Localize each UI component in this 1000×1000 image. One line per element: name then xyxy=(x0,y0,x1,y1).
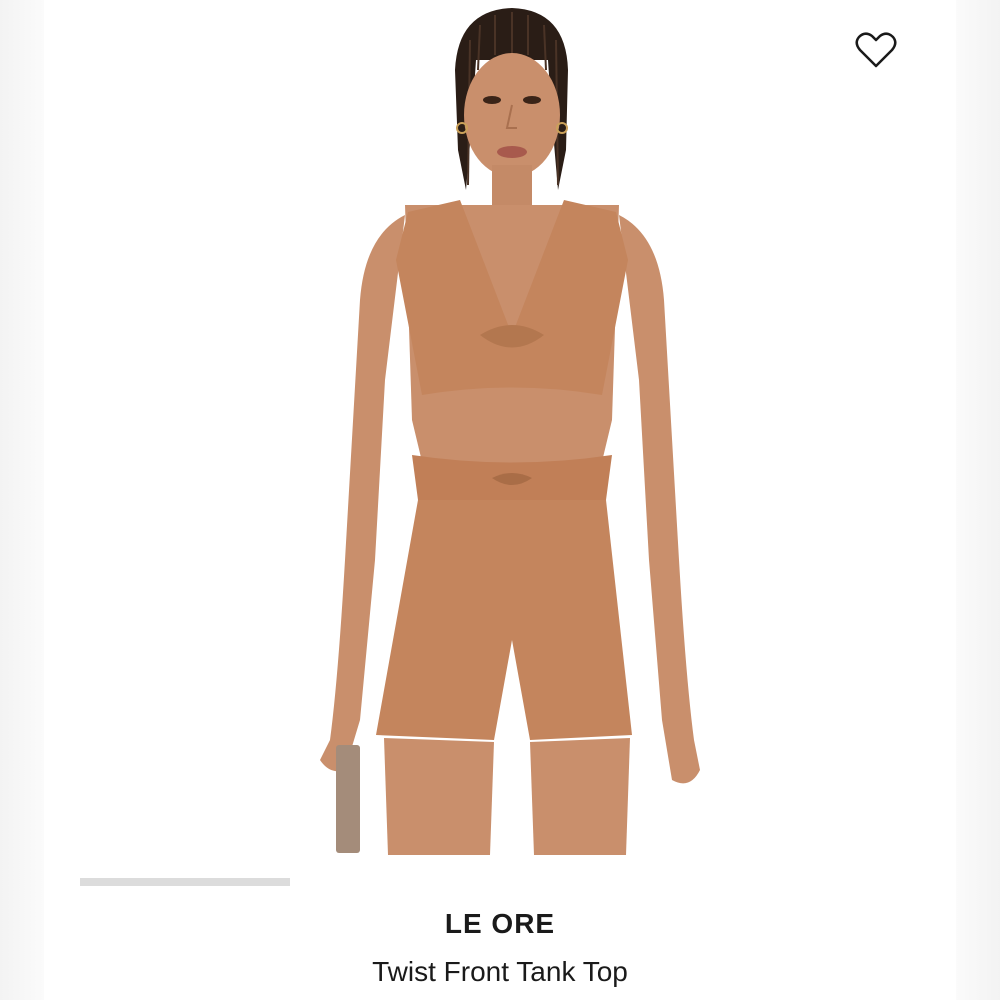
heart-outline-icon xyxy=(855,32,897,68)
product-page: LE ORE Twist Front Tank Top xyxy=(0,0,1000,1000)
left-edge xyxy=(0,0,44,1000)
image-carousel-indicator[interactable] xyxy=(80,878,290,886)
product-name[interactable]: Twist Front Tank Top xyxy=(0,956,1000,988)
favorite-button[interactable] xyxy=(852,30,900,70)
product-brand[interactable]: LE ORE xyxy=(0,908,1000,940)
right-edge xyxy=(956,0,1000,1000)
product-image[interactable] xyxy=(270,0,730,855)
